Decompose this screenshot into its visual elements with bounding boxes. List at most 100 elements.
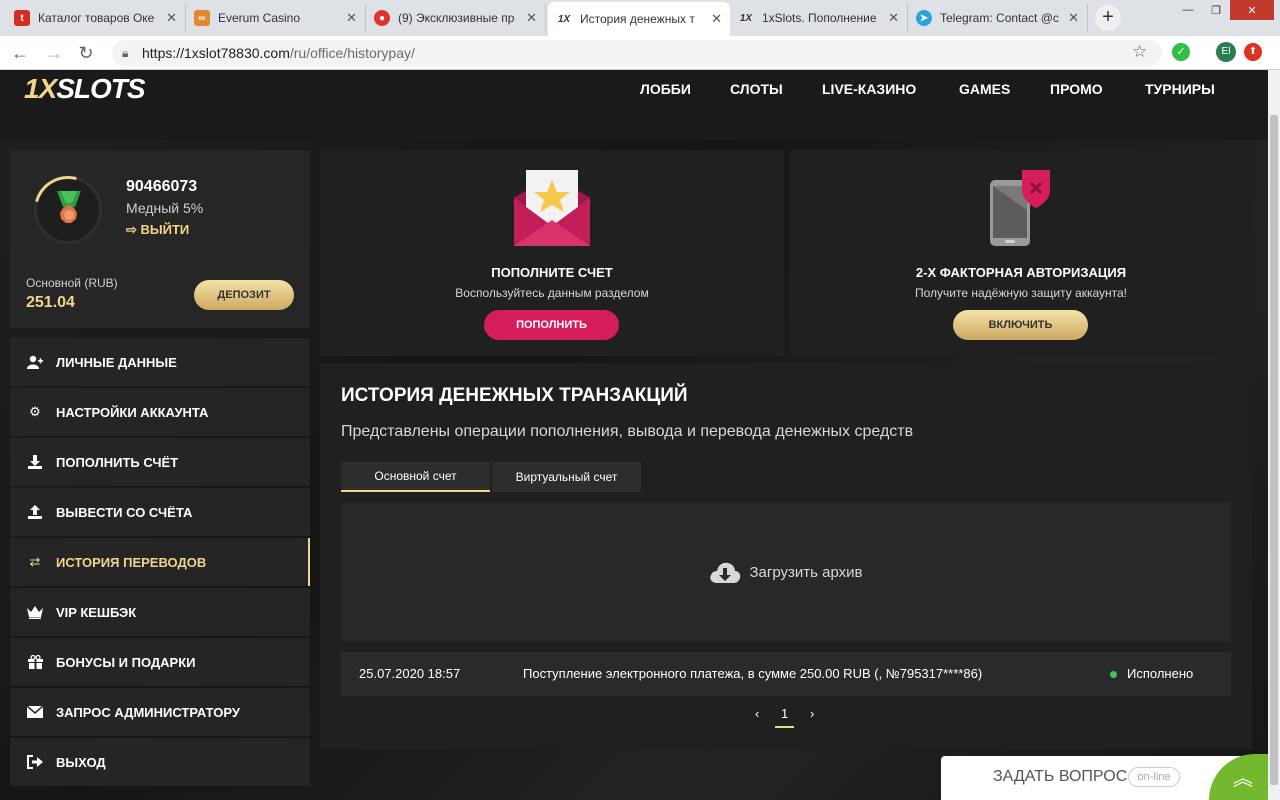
transaction-history-panel: ИСТОРИЯ ДЕНЕЖНЫХ ТРАНЗАКЦИЙ Представлены… xyxy=(320,363,1252,749)
new-tab-button[interactable]: + xyxy=(1095,5,1121,31)
envelope-icon xyxy=(26,704,44,720)
logout-link[interactable]: ⇨ ВЫЙТИ xyxy=(126,222,189,238)
tab-title: (9) Эксклюзивные пр xyxy=(398,11,515,25)
tab-favicon-icon: 1X xyxy=(739,12,753,24)
site-top-nav: 1XSLOTS ЛОББИ СЛОТЫ LIVE-КАЗИНО GAMES ПР… xyxy=(0,70,1268,140)
nav-live-casino[interactable]: LIVE-КАЗИНО xyxy=(822,81,916,97)
crown-icon xyxy=(26,604,44,620)
window-close-icon[interactable]: ✕ xyxy=(1230,0,1274,20)
sidebar-item-label: ЛИЧНЫЕ ДАННЫЕ xyxy=(56,354,177,370)
extension-check-icon[interactable]: ✓ xyxy=(1172,43,1190,61)
sidebar-item-deposit[interactable]: ПОПОЛНИТЬ СЧЁТ xyxy=(10,438,310,486)
page-title: ИСТОРИЯ ДЕНЕЖНЫХ ТРАНЗАКЦИЙ xyxy=(341,385,688,406)
tab-main-account[interactable]: Основной счет xyxy=(341,462,490,492)
sidebar-item-bonuses[interactable]: БОНУСЫ И ПОДАРКИ xyxy=(10,638,310,686)
deposit-promo-title: ПОПОЛНИТЕ СЧЕТ xyxy=(491,265,613,280)
balance-value: 251.04 xyxy=(26,294,75,311)
envelope-star-icon xyxy=(514,170,590,246)
url-host: https://1xslot78830.com xyxy=(142,45,290,61)
sidebar-item-label: БОНУСЫ И ПОДАРКИ xyxy=(56,654,196,670)
scrollbar-thumb[interactable] xyxy=(1270,115,1278,785)
site-viewport: 1XSLOTS ЛОББИ СЛОТЫ LIVE-КАЗИНО GAMES ПР… xyxy=(0,70,1268,800)
deposit-promo-panel: ПОПОЛНИТЕ СЧЕТ Воспользуйтесь данным раз… xyxy=(320,150,784,356)
profile-card: 90466073 Медный 5% ⇨ ВЫЙТИ Основной (RUB… xyxy=(10,150,310,328)
extension-red-icon[interactable]: ⬆ xyxy=(1244,43,1262,61)
browser-tab[interactable]: t Каталог товаров Оке ✕ xyxy=(6,4,186,32)
forward-arrow-icon[interactable]: → xyxy=(44,43,64,63)
sidebar-item-label: ИСТОРИЯ ПЕРЕВОДОВ xyxy=(56,554,207,570)
close-icon[interactable]: ✕ xyxy=(888,10,899,26)
sidebar-item-label: ПОПОЛНИТЬ СЧЁТ xyxy=(56,454,179,470)
lock-icon: 🔒︎ xyxy=(122,46,129,60)
minimize-icon[interactable]: — xyxy=(1174,0,1202,20)
tx-status: Исполнено xyxy=(1110,666,1193,681)
table-row: 25.07.2020 18:57 Поступление электронног… xyxy=(341,652,1231,696)
sidebar-item-account-settings[interactable]: ⚙ НАСТРОЙКИ АККАУНТА xyxy=(10,388,310,436)
enable-2fa-button[interactable]: ВКЛЮЧИТЬ xyxy=(953,310,1088,340)
browser-tab-active[interactable]: 1X История денежных т ✕ xyxy=(548,2,730,36)
bookmark-star-icon[interactable]: ☆ xyxy=(1132,42,1147,62)
sidebar-item-label: ЗАПРОС АДМИНИСТРАТОРУ xyxy=(56,704,240,720)
browser-address-bar: ← → ↻ 🔒︎ https://1xslot78830.com/ru/offi… xyxy=(0,36,1280,70)
logout-label: ВЫЙТИ xyxy=(140,222,190,237)
browser-tab-bar: t Каталог товаров Оке ✕ ∞ Everum Casino … xyxy=(0,0,1280,36)
browser-tab[interactable]: ● (9) Эксклюзивные пр ✕ xyxy=(366,4,546,32)
sidebar-item-exit[interactable]: ВЫХОД xyxy=(10,738,310,786)
nav-promo[interactable]: ПРОМО xyxy=(1050,81,1103,97)
site-logo[interactable]: 1XSLOTS xyxy=(24,73,146,105)
topup-button[interactable]: ПОПОЛНИТЬ xyxy=(484,310,619,340)
sidebar-item-personal-data[interactable]: ЛИЧНЫЕ ДАННЫЕ xyxy=(10,338,310,386)
chat-status-badge: on-line xyxy=(1128,767,1180,787)
restore-icon[interactable]: ❐ xyxy=(1202,0,1230,20)
close-icon[interactable]: ✕ xyxy=(526,10,537,26)
tab-title: 1xSlots. Пополнение xyxy=(762,11,877,25)
two-factor-promo-title: 2-Х ФАКТОРНАЯ АВТОРИЗАЦИЯ xyxy=(915,265,1127,280)
chat-ask-label: ЗАДАТЬ ВОПРОС xyxy=(993,768,1128,785)
pager-next-button[interactable]: › xyxy=(810,706,814,721)
tx-status-label: Исполнено xyxy=(1127,666,1194,681)
download-icon xyxy=(26,454,44,470)
sidebar-item-vip-cashback[interactable]: VIP КЕШБЭК xyxy=(10,588,310,636)
nav-slots[interactable]: СЛОТЫ xyxy=(730,81,783,97)
window-controls: — ❐ ✕ xyxy=(1174,0,1274,22)
sidebar-item-transfer-history[interactable]: ⇄ ИСТОРИЯ ПЕРЕВОДОВ xyxy=(10,538,310,586)
deposit-button[interactable]: ДЕПОЗИТ xyxy=(194,280,294,310)
tab-title: Everum Casino xyxy=(218,11,301,25)
browser-tab[interactable]: ➤ Telegram: Contact @c ✕ xyxy=(908,4,1088,32)
tab-favicon-icon: ● xyxy=(374,10,390,26)
url-path: /ru/office/historypay/ xyxy=(289,45,415,61)
download-archive-button[interactable]: Загрузить архив xyxy=(341,502,1231,642)
gift-icon xyxy=(26,654,44,670)
url-input[interactable]: 🔒︎ https://1xslot78830.com/ru/office/his… xyxy=(112,40,1162,66)
nav-games[interactable]: GAMES xyxy=(959,81,1010,97)
profile-avatar[interactable]: El xyxy=(1216,42,1236,62)
sign-out-icon xyxy=(26,754,44,770)
browser-tab[interactable]: 1X 1xSlots. Пополнение ✕ xyxy=(730,4,908,32)
tx-date: 25.07.2020 18:57 xyxy=(359,666,461,681)
reload-icon[interactable]: ↻ xyxy=(76,43,96,63)
pager-page-1[interactable]: 1 xyxy=(775,706,795,728)
chevrons-up-icon[interactable]: ︽ xyxy=(1209,754,1268,800)
browser-tab[interactable]: ∞ Everum Casino ✕ xyxy=(186,4,366,32)
close-icon[interactable]: ✕ xyxy=(711,11,722,27)
page-subtitle: Представлены операции пополнения, вывода… xyxy=(341,423,914,440)
pager-prev-button[interactable]: ‹ xyxy=(755,706,759,721)
nav-tournaments[interactable]: ТУРНИРЫ xyxy=(1145,81,1215,97)
back-arrow-icon[interactable]: ← xyxy=(10,43,30,63)
bronze-medal-icon xyxy=(57,191,81,223)
exchange-icon: ⇄ xyxy=(29,554,41,569)
cloud-download-icon xyxy=(710,562,741,583)
two-factor-promo-subtitle: Получите надёжную защиту аккаунта! xyxy=(914,286,1127,300)
close-icon[interactable]: ✕ xyxy=(346,10,357,26)
close-icon[interactable]: ✕ xyxy=(1068,10,1079,26)
tab-favicon-icon: t xyxy=(14,10,30,26)
page-scrollbar[interactable] xyxy=(1268,70,1280,800)
nav-lobby[interactable]: ЛОББИ xyxy=(640,81,691,97)
tab-virtual-account[interactable]: Виртуальный счет xyxy=(492,462,641,492)
deposit-promo-subtitle: Воспользуйтесь данным разделом xyxy=(455,286,649,300)
sidebar-item-admin-request[interactable]: ЗАПРОС АДМИНИСТРАТОРУ xyxy=(10,688,310,736)
sidebar-item-withdraw[interactable]: ВЫВЕСТИ СО СЧЁТА xyxy=(10,488,310,536)
logo-prefix: 1X xyxy=(24,73,57,104)
close-icon[interactable]: ✕ xyxy=(166,10,177,26)
chat-widget[interactable]: ЗАДАТЬ ВОПРОС on-line ︽ xyxy=(941,754,1268,800)
